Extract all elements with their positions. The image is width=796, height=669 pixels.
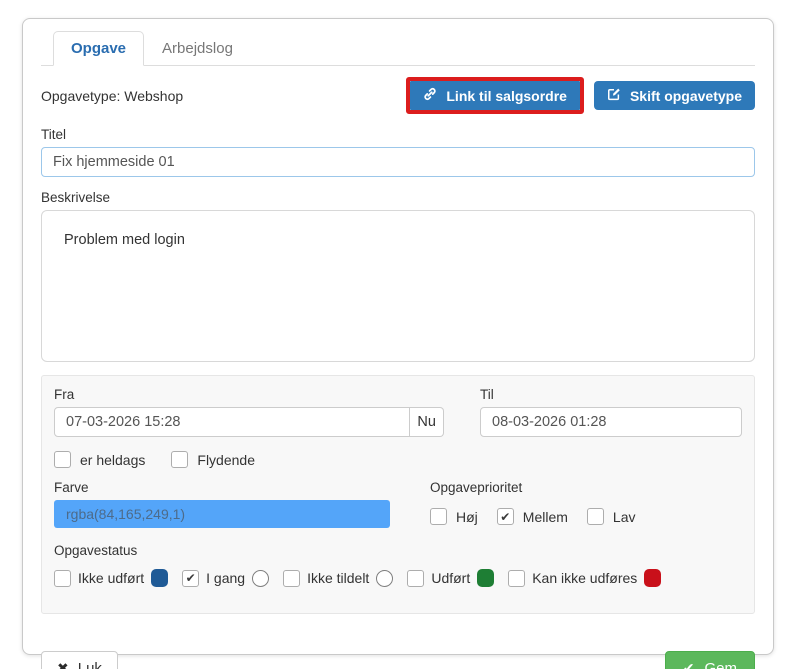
status-option-in-progress: I gang	[182, 569, 270, 587]
status-not-assigned-color-swatch	[376, 569, 394, 587]
color-label: Farve	[54, 480, 89, 495]
status-done-label: Udført	[431, 570, 471, 586]
status-option-not-assigned: Ikke tildelt	[283, 569, 394, 587]
status-not-done-checkbox[interactable]	[54, 569, 71, 587]
date-row: Fra Nu Til	[54, 387, 742, 437]
change-task-type-button[interactable]: Skift opgavetype	[593, 81, 755, 110]
title-label: Titel	[41, 127, 67, 142]
tab-bar: Opgave Arbejdslog	[41, 31, 755, 66]
day-options-row: er heldags Flydende	[54, 451, 742, 468]
from-label: Fra	[54, 387, 75, 402]
close-button-label: Luk	[77, 660, 102, 669]
schedule-panel: Fra Nu Til er heldags Flydende	[41, 375, 755, 614]
priority-option-low: Lav	[586, 508, 636, 525]
priority-medium-label: Mellem	[522, 508, 568, 525]
status-in-progress-color-swatch	[252, 569, 270, 587]
status-not-assigned-checkbox[interactable]	[283, 569, 301, 587]
priority-option-medium: Mellem	[496, 508, 568, 525]
floating-option: Flydende	[171, 451, 255, 468]
color-column: Farve	[54, 480, 390, 528]
checkmark-icon: ✔	[682, 660, 695, 669]
header-buttons: Link til salgsordre Skift opgavetype	[406, 77, 755, 114]
to-datetime-input[interactable]	[480, 407, 742, 437]
to-label: Til	[480, 387, 494, 402]
tab-arbejdslog[interactable]: Arbejdslog	[144, 31, 251, 66]
color-priority-row: Farve Opgaveprioritet Høj Mellem	[54, 480, 742, 528]
priority-high-checkbox[interactable]	[430, 508, 447, 525]
link-icon	[423, 87, 437, 104]
priority-column: Opgaveprioritet Høj Mellem Lav	[430, 480, 742, 528]
tab-opgave[interactable]: Opgave	[53, 31, 145, 66]
description-label: Beskrivelse	[41, 190, 111, 205]
status-option-done: Udført	[407, 569, 495, 587]
status-not-assigned-label: Ikke tildelt	[307, 570, 370, 586]
now-button[interactable]: Nu	[410, 407, 444, 437]
annotation-highlight-box: Link til salgsordre	[406, 77, 584, 114]
close-button[interactable]: ✖ Luk	[41, 651, 118, 669]
priority-options-row: Høj Mellem Lav	[430, 508, 742, 525]
status-in-progress-checkbox[interactable]	[182, 569, 200, 587]
all-day-label: er heldags	[80, 451, 146, 468]
color-input[interactable]	[54, 500, 390, 528]
edit-icon	[607, 87, 621, 104]
status-in-progress-label: I gang	[206, 570, 246, 586]
priority-label: Opgaveprioritet	[430, 480, 523, 495]
floating-label: Flydende	[197, 451, 255, 468]
priority-medium-checkbox[interactable]	[496, 508, 514, 525]
from-input-group: Nu	[54, 407, 444, 437]
priority-low-checkbox[interactable]	[586, 508, 604, 525]
status-done-checkbox[interactable]	[407, 569, 425, 587]
change-task-type-label: Skift opgavetype	[629, 87, 742, 104]
status-done-color-swatch	[477, 569, 495, 587]
status-block: Opgavestatus Ikke udført I gang Ikke til…	[54, 543, 742, 587]
status-option-not-done: Ikke udført	[54, 569, 169, 587]
title-input[interactable]	[41, 147, 755, 177]
status-not-done-label: Ikke udført	[78, 570, 145, 586]
close-icon: ✖	[57, 660, 69, 669]
save-button[interactable]: ✔ Gem	[664, 651, 755, 669]
priority-low-label: Lav	[612, 508, 636, 525]
all-day-checkbox[interactable]	[54, 451, 71, 468]
task-dialog: Opgave Arbejdslog Opgavetype: Webshop Li…	[22, 18, 774, 669]
priority-option-high: Høj	[430, 508, 478, 525]
priority-high-label: Høj	[456, 508, 478, 525]
status-cannot-be-done-checkbox[interactable]	[508, 569, 526, 587]
description-textarea[interactable]: Problem med login	[41, 210, 755, 362]
link-sales-order-button[interactable]: Link til salgsordre	[410, 81, 580, 110]
from-column: Fra Nu	[54, 387, 444, 437]
floating-checkbox[interactable]	[171, 451, 189, 468]
status-cannot-be-done-label: Kan ikke udføres	[532, 570, 638, 586]
header-row: Opgavetype: Webshop Link til salgsordre	[41, 77, 755, 114]
to-column: Til	[480, 387, 742, 437]
status-options-row: Ikke udført I gang Ikke tildelt Udført	[54, 569, 742, 587]
status-not-done-color-swatch	[151, 569, 169, 587]
status-label: Opgavestatus	[54, 543, 138, 558]
save-button-label: Gem	[704, 660, 737, 669]
link-sales-order-label: Link til salgsordre	[446, 87, 567, 104]
from-datetime-input[interactable]	[54, 407, 411, 437]
status-cannot-be-done-color-swatch	[644, 569, 662, 587]
task-type-text: Opgavetype: Webshop	[41, 87, 184, 104]
all-day-option: er heldags	[54, 451, 145, 468]
status-option-cannot-be-done: Kan ikke udføres	[508, 569, 662, 587]
footer-row: ✖ Luk ✔ Gem	[41, 651, 755, 669]
